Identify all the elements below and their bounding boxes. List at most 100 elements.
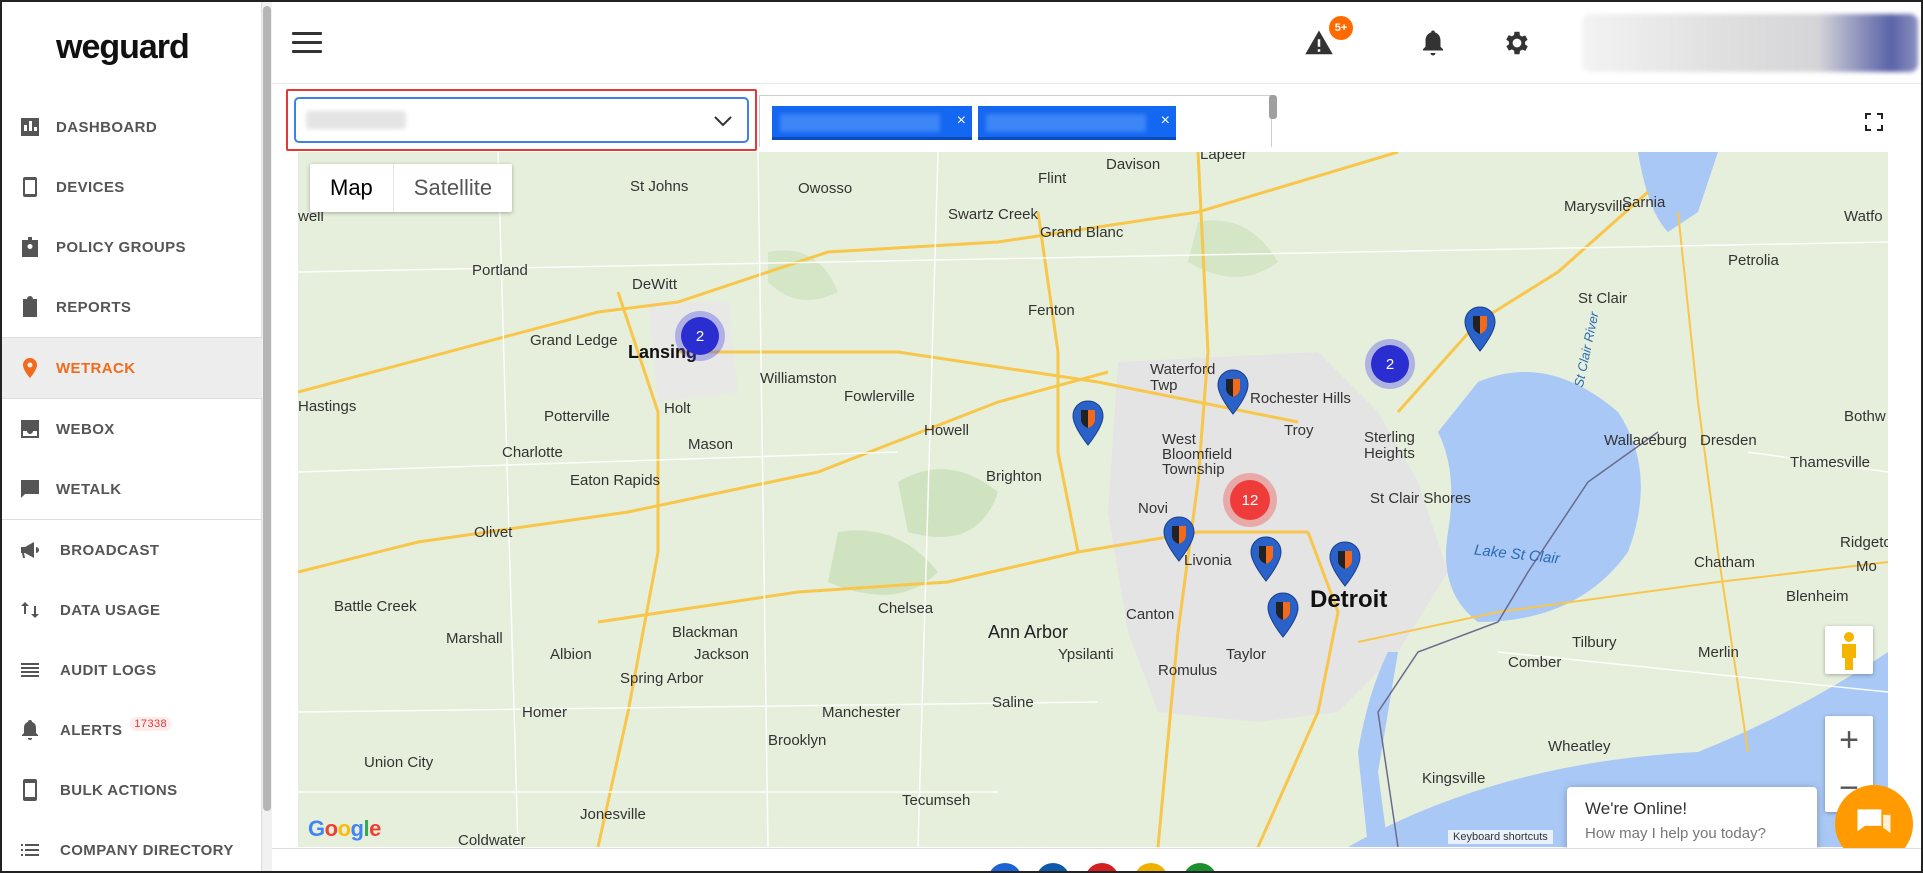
map-label: Fenton [1028,302,1075,319]
map-cluster-marker[interactable]: 2 [681,317,719,355]
map-label: Dresden [1700,432,1757,449]
device-location-pin[interactable] [1266,592,1300,638]
sidebar-item-devices[interactable]: DEVICES [2,157,262,217]
map-view[interactable]: well St Johns Owosso Flint Davison Lapee… [298,152,1888,847]
map-label: Ridgetow [1840,534,1888,551]
sidebar-item-company-directory[interactable]: COMPANY DIRECTORY [2,820,262,871]
sidebar-item-label: WETALK [56,480,122,498]
map-label: Troy [1284,422,1314,439]
notification-bell-icon[interactable] [1418,28,1448,58]
map-type-satellite-button[interactable]: Satellite [394,164,512,212]
map-label: Petrolia [1728,252,1779,269]
top-bar: 5+ [272,2,1921,84]
sidebar-item-reports[interactable]: REPORTS [2,277,262,337]
group-select-dropdown[interactable] [294,97,749,143]
sidebar-item-alerts[interactable]: ALERTS 17338 [2,700,262,760]
map-label: Lapeer [1200,152,1247,163]
device-chips-box: × × [759,95,1272,147]
close-icon[interactable]: × [1161,112,1170,130]
map-label: Jackson [694,646,750,663]
clipboard-icon [18,295,42,319]
sidebar-item-wetrack[interactable]: WETRACK [2,338,262,398]
sidebar-item-label: DASHBOARD [56,118,158,136]
sidebar-item-audit-logs[interactable]: AUDIT LOGS [2,640,262,700]
sidebar-item-policy-groups[interactable]: POLICY GROUPS [2,217,262,277]
sidebar-item-label: DATA USAGE [60,601,161,619]
sidebar-item-bulk-actions[interactable]: BULK ACTIONS [2,760,262,820]
map-label: Wheatley [1548,738,1611,755]
map-label: Watfo [1844,208,1883,225]
map-label: Blenheim [1786,588,1849,605]
alert-bell-icon [18,718,42,742]
map-type-map-button[interactable]: Map [310,164,394,212]
device-chip[interactable]: × [978,106,1176,140]
fullscreen-icon[interactable] [1862,110,1886,134]
map-label: Fowlerville [844,388,915,405]
google-logo[interactable]: Google [308,816,381,842]
sidebar-item-label: WETRACK [56,359,136,377]
device-location-pin[interactable] [1249,536,1283,582]
map-label: Union City [364,754,434,771]
map-label: Mo [1856,558,1877,575]
user-profile[interactable] [1582,14,1918,72]
map-cluster-marker[interactable]: 12 [1230,480,1270,520]
device-location-pin[interactable] [1328,541,1362,587]
map-type-control: Map Satellite [310,164,513,212]
map-label: Williamston [760,370,837,387]
sidebar-item-data-usage[interactable]: DATA USAGE [2,580,262,640]
device-location-pin[interactable] [1162,516,1196,562]
zoom-in-button[interactable]: + [1825,716,1873,764]
list-icon [18,658,42,682]
map-label: Saline [992,694,1034,711]
settings-gear-icon[interactable] [1502,28,1532,58]
map-cluster-marker[interactable]: 2 [1371,345,1409,383]
list-bullets-icon [18,838,42,862]
map-label: Grand Ledge [530,332,618,349]
map-label: Charlotte [502,444,563,461]
bottom-strip [272,848,1921,871]
chips-scrollbar[interactable] [1269,95,1277,119]
map-label: Comber [1508,654,1562,671]
chat-bubble-icon [1857,809,1891,834]
map-label: Manchester [822,704,901,721]
map-label: Canton [1126,606,1175,623]
map-label: Potterville [544,408,610,425]
map-label: Homer [522,704,568,721]
device-location-pin[interactable] [1071,400,1105,446]
sidebar-scrollbar-thumb[interactable] [263,6,271,811]
status-dot [1134,863,1168,871]
status-dot [988,863,1022,871]
map-label: Flint [1038,170,1067,187]
chip-label-redacted [986,114,1146,132]
weguard-logo[interactable]: weguard [56,28,190,67]
sidebar-item-label: ALERTS [60,721,123,739]
sidebar-item-dashboard[interactable]: DASHBOARD [2,97,262,157]
status-dot [1036,863,1070,871]
close-icon[interactable]: × [957,112,966,130]
map-label: Marysville [1564,198,1631,215]
device-chip[interactable]: × [772,106,972,140]
map-label: Detroit [1310,586,1388,613]
map-base [298,152,1888,847]
map-label: Thamesville [1790,454,1871,471]
device-location-pin[interactable] [1463,306,1497,352]
sidebar-item-webox[interactable]: WEBOX [2,399,262,459]
map-label: Ann Arbor [988,622,1069,642]
highlight-box [286,89,757,151]
status-dot [1085,863,1119,871]
map-label: Brooklyn [768,732,827,749]
menu-icon[interactable] [292,32,322,54]
map-label: Sterling Heights [1364,429,1415,462]
sidebar-item-label: BULK ACTIONS [60,781,178,799]
map-label: Albion [550,646,592,663]
device-location-pin[interactable] [1216,369,1250,415]
keyboard-shortcuts-link[interactable]: Keyboard shortcuts [1448,830,1553,844]
chat-title: We're Online! [1585,799,1688,818]
swap-vertical-icon [18,598,42,622]
map-label: Bothw [1844,408,1886,425]
sidebar-item-broadcast[interactable]: BROADCAST [2,520,262,580]
street-view-pegman-icon[interactable] [1825,626,1873,674]
alert-count-badge: 5+ [1329,16,1353,40]
sidebar-item-wetalk[interactable]: WETALK [2,459,262,519]
sidebar-item-label: WEBOX [56,420,115,438]
